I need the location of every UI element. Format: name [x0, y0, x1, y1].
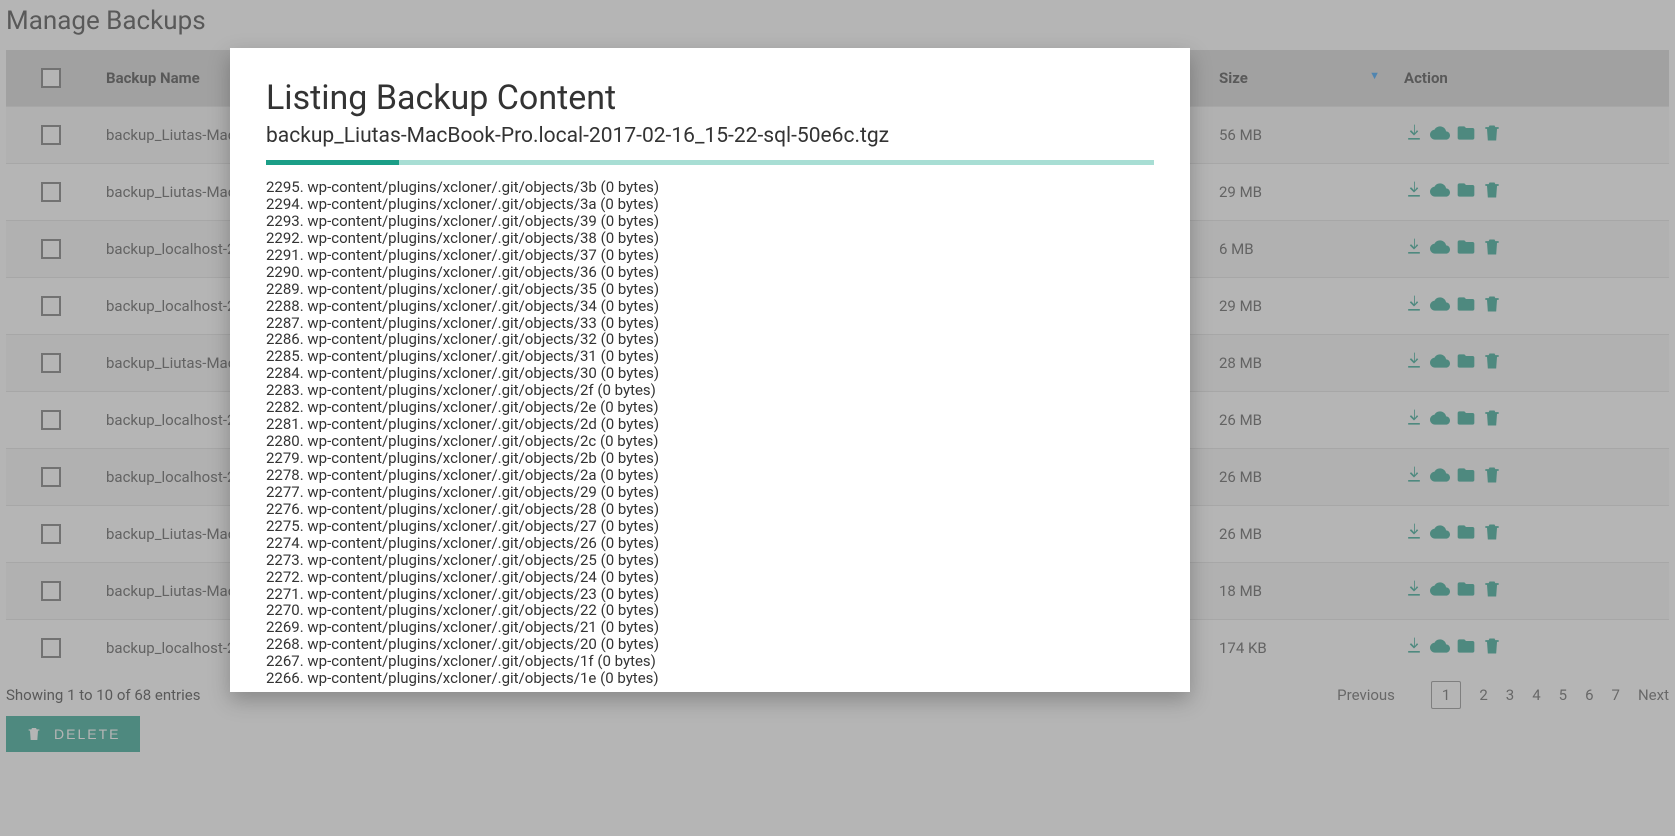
file-entry: 2269. wp-content/plugins/xcloner/.git/ob…: [266, 619, 1154, 636]
file-entry: 2280. wp-content/plugins/xcloner/.git/ob…: [266, 433, 1154, 450]
file-entry: 2288. wp-content/plugins/xcloner/.git/ob…: [266, 298, 1154, 315]
file-entry: 2291. wp-content/plugins/xcloner/.git/ob…: [266, 247, 1154, 264]
file-entry: 2289. wp-content/plugins/xcloner/.git/ob…: [266, 281, 1154, 298]
file-entry: 2267. wp-content/plugins/xcloner/.git/ob…: [266, 653, 1154, 670]
backups-page: Manage Backups Backup Name Size▼ Action …: [0, 0, 1675, 836]
progress-fill: [266, 160, 399, 165]
file-entry: 2281. wp-content/plugins/xcloner/.git/ob…: [266, 416, 1154, 433]
file-entry: 2272. wp-content/plugins/xcloner/.git/ob…: [266, 569, 1154, 586]
file-entry: 2274. wp-content/plugins/xcloner/.git/ob…: [266, 535, 1154, 552]
modal-scroll[interactable]: Listing Backup Content backup_Liutas-Mac…: [230, 48, 1190, 692]
modal-filename: backup_Liutas-MacBook-Pro.local-2017-02-…: [266, 124, 1154, 148]
file-entry: 2290. wp-content/plugins/xcloner/.git/ob…: [266, 264, 1154, 281]
modal-title: Listing Backup Content: [266, 78, 1154, 118]
listing-modal: Listing Backup Content backup_Liutas-Mac…: [230, 48, 1190, 692]
file-entry: 2295. wp-content/plugins/xcloner/.git/ob…: [266, 179, 1154, 196]
progress-bar: [266, 160, 1154, 165]
file-entry: 2276. wp-content/plugins/xcloner/.git/ob…: [266, 501, 1154, 518]
file-entry: 2277. wp-content/plugins/xcloner/.git/ob…: [266, 484, 1154, 501]
file-entry: 2273. wp-content/plugins/xcloner/.git/ob…: [266, 552, 1154, 569]
file-entry: 2275. wp-content/plugins/xcloner/.git/ob…: [266, 518, 1154, 535]
file-entry: 2270. wp-content/plugins/xcloner/.git/ob…: [266, 602, 1154, 619]
file-entry: 2294. wp-content/plugins/xcloner/.git/ob…: [266, 196, 1154, 213]
file-entry: 2282. wp-content/plugins/xcloner/.git/ob…: [266, 399, 1154, 416]
file-entry: 2278. wp-content/plugins/xcloner/.git/ob…: [266, 467, 1154, 484]
file-entry: 2284. wp-content/plugins/xcloner/.git/ob…: [266, 365, 1154, 382]
file-entry: 2292. wp-content/plugins/xcloner/.git/ob…: [266, 230, 1154, 247]
file-entry: 2283. wp-content/plugins/xcloner/.git/ob…: [266, 382, 1154, 399]
file-entry: 2266. wp-content/plugins/xcloner/.git/ob…: [266, 670, 1154, 687]
file-entry: 2287. wp-content/plugins/xcloner/.git/ob…: [266, 315, 1154, 332]
file-list: 2295. wp-content/plugins/xcloner/.git/ob…: [266, 179, 1154, 687]
file-entry: 2286. wp-content/plugins/xcloner/.git/ob…: [266, 331, 1154, 348]
file-entry: 2279. wp-content/plugins/xcloner/.git/ob…: [266, 450, 1154, 467]
file-entry: 2293. wp-content/plugins/xcloner/.git/ob…: [266, 213, 1154, 230]
file-entry: 2268. wp-content/plugins/xcloner/.git/ob…: [266, 636, 1154, 653]
file-entry: 2285. wp-content/plugins/xcloner/.git/ob…: [266, 348, 1154, 365]
file-entry: 2271. wp-content/plugins/xcloner/.git/ob…: [266, 586, 1154, 603]
